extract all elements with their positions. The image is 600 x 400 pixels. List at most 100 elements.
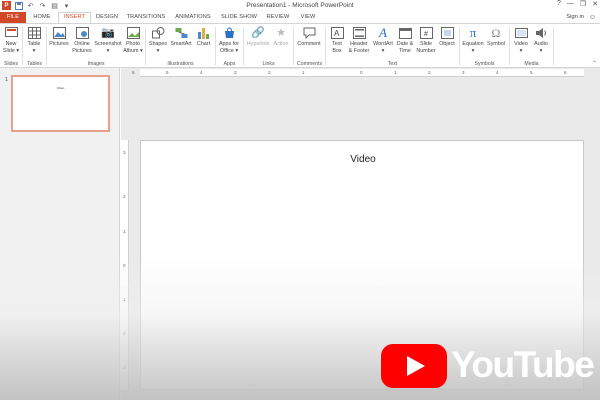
speaker-icon — [534, 26, 548, 40]
ruler-label: 4 — [200, 70, 203, 75]
group-separator — [22, 27, 23, 65]
pi-icon: π — [469, 25, 477, 40]
ruler-label: 2 — [268, 70, 271, 75]
group-label-comments: Comments — [296, 61, 323, 67]
object-button[interactable]: Object — [437, 26, 457, 48]
group-label-images: Images — [87, 61, 105, 67]
apps-store-icon — [222, 26, 236, 40]
omega-icon: Ω — [491, 26, 501, 40]
smartart-button[interactable]: SmartArt — [169, 26, 193, 48]
ruler-label: 3 — [462, 70, 465, 75]
text-box-icon: A — [330, 26, 344, 40]
audio-button[interactable]: Audio ▾ — [531, 26, 551, 54]
minimize-icon[interactable]: — — [567, 0, 574, 8]
youtube-logo: YouTube — [381, 342, 595, 390]
group-separator — [243, 27, 244, 65]
horizontal-ruler: 6 5 4 3 2 1 0 1 2 3 4 5 6 — [132, 69, 584, 77]
slide-thumbnail-pane: 1 Video — [0, 68, 120, 400]
sign-in-link[interactable]: Sign in — [566, 12, 584, 23]
date-time-button[interactable]: Date & Time — [395, 26, 415, 54]
tab-slide-show[interactable]: SLIDE SHOW — [218, 12, 260, 23]
tab-animations[interactable]: ANIMATIONS — [171, 12, 215, 23]
symbol-button[interactable]: Ω Symbol — [485, 26, 507, 48]
shapes-icon — [151, 26, 165, 40]
ruler-label: 2 — [123, 331, 126, 336]
apps-for-office-button[interactable]: Apps for Office ▾ — [217, 26, 241, 54]
tab-file[interactable]: FILE — [0, 12, 26, 23]
youtube-wordmark: YouTube — [451, 344, 595, 385]
group-separator — [145, 27, 146, 65]
hyperlink-icon: 🔗 — [251, 27, 265, 39]
new-slide-icon — [4, 26, 18, 40]
thumbnail-title: Video — [56, 86, 65, 90]
slide-title-placeholder[interactable]: Video — [141, 154, 585, 165]
help-icon[interactable]: ? — [557, 0, 561, 8]
smiley-feedback-icon[interactable]: ☺ — [589, 14, 596, 21]
online-pictures-button[interactable]: Online Pictures — [71, 26, 93, 54]
hyperlink-button[interactable]: 🔗 Hyperlink — [245, 26, 271, 48]
ruler-label: 1 — [302, 70, 305, 75]
group-separator — [553, 27, 554, 65]
slide-thumbnail[interactable]: Video — [11, 75, 110, 132]
collapse-ribbon-icon[interactable]: ⌃ — [592, 60, 597, 67]
ruler-label: 6 — [564, 70, 567, 75]
ribbon-insert: New Slide ▾ Table ▾ Pictures Online Pict… — [0, 23, 600, 68]
tab-insert[interactable]: INSERT — [58, 12, 91, 23]
object-icon — [440, 26, 454, 40]
header-footer-button[interactable]: Header & Footer — [347, 26, 371, 54]
wordart-button[interactable]: A WordArt ▾ — [371, 26, 395, 54]
video-button[interactable]: Video ▾ — [511, 26, 531, 54]
title-bar: P ↶ ↷ ▤ ▾ Presentation1 - Microsoft Powe… — [0, 0, 600, 12]
restore-icon[interactable]: ❐ — [580, 0, 586, 8]
slide-number-button[interactable]: # Slide Number — [415, 26, 437, 54]
close-icon[interactable]: ✕ — [592, 0, 598, 8]
group-separator — [215, 27, 216, 65]
equation-button[interactable]: π Equation ▾ — [461, 26, 485, 54]
tab-home[interactable]: HOME — [28, 12, 56, 23]
chart-icon — [197, 26, 211, 40]
chart-button[interactable]: Chart — [194, 26, 213, 48]
ruler-label: 0 — [123, 263, 126, 268]
tab-view[interactable]: VIEW — [295, 12, 321, 23]
photo-album-button[interactable]: Photo Album ▾ — [123, 26, 143, 54]
text-box-button[interactable]: A Text Box — [327, 26, 347, 54]
youtube-play-icon — [381, 344, 447, 388]
comment-button[interactable]: Comment — [295, 26, 323, 48]
camera-icon: 📷 — [101, 27, 115, 39]
action-button[interactable]: ★ Action — [271, 26, 291, 48]
shapes-button[interactable]: Shapes ▾ — [147, 26, 169, 54]
group-separator — [293, 27, 294, 65]
ruler-label: 6 — [132, 70, 135, 75]
svg-text:A: A — [334, 29, 340, 38]
ruler-label: 5 — [166, 70, 169, 75]
ruler-label: 2 — [123, 194, 126, 199]
group-label-apps: Apps — [223, 61, 236, 67]
pictures-button[interactable]: Pictures — [48, 26, 70, 48]
slide-number-icon: # — [419, 26, 433, 40]
group-label-tables: Tables — [27, 61, 42, 67]
online-picture-icon — [75, 26, 89, 40]
group-label-text: Text — [387, 61, 398, 67]
ruler-label: 1 — [123, 297, 126, 302]
group-label-links: Links — [262, 61, 275, 67]
ribbon-tabs: FILE HOME INSERT DESIGN TRANSITIONS ANIM… — [0, 12, 600, 23]
vertical-ruler: 3 2 1 0 1 2 3 — [121, 140, 129, 390]
table-button[interactable]: Table ▾ — [24, 26, 44, 54]
ruler-label: 4 — [496, 70, 499, 75]
group-separator — [325, 27, 326, 65]
screenshot-button[interactable]: 📷 Screenshot ▾ — [94, 26, 122, 54]
group-separator — [46, 27, 47, 65]
ruler-label: 0 — [360, 70, 363, 75]
group-label-media: Media — [524, 61, 539, 67]
group-label-slides: Slides — [3, 61, 19, 67]
ruler-label: 3 — [123, 150, 126, 155]
comment-icon — [302, 26, 316, 40]
ruler-label: 3 — [234, 70, 237, 75]
tab-review[interactable]: REVIEW — [263, 12, 293, 23]
table-icon — [27, 26, 41, 40]
tab-design[interactable]: DESIGN — [93, 12, 121, 23]
tab-transitions[interactable]: TRANSITIONS — [124, 12, 168, 23]
video-icon — [514, 26, 528, 40]
new-slide-button[interactable]: New Slide ▾ — [1, 26, 21, 54]
ruler-label: 2 — [428, 70, 431, 75]
